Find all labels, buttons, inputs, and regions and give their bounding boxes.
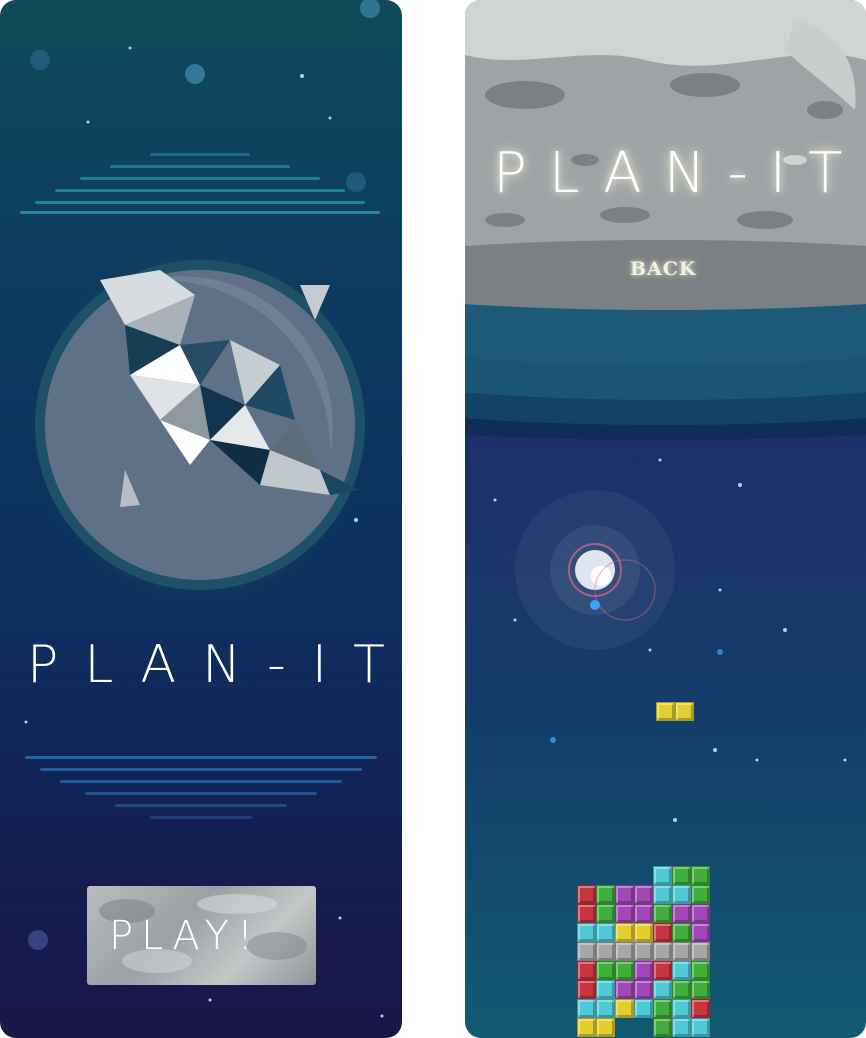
stack-block (615, 885, 634, 904)
stack-block (653, 904, 672, 923)
stack-block (672, 885, 691, 904)
stack-block (596, 885, 615, 904)
stack-block (615, 904, 634, 923)
light-streaks-top (20, 153, 380, 214)
stack-block (615, 999, 634, 1018)
planet-illustration (35, 260, 365, 590)
falling-piece-block (656, 702, 675, 721)
stack-block (691, 885, 710, 904)
stack-block (653, 999, 672, 1018)
moon-header (465, 0, 866, 440)
stack-block (672, 961, 691, 980)
stack-block (615, 923, 634, 942)
stack-block (596, 904, 615, 923)
stack-block (691, 942, 710, 961)
title-screen: PLAN-IT PLAY! (0, 0, 402, 1038)
stack-block (653, 1018, 672, 1037)
stack-block (596, 980, 615, 999)
stack-block (577, 999, 596, 1018)
stack-block (615, 961, 634, 980)
stack-block (691, 866, 710, 885)
game-title: PLAN-IT (27, 635, 402, 695)
game-screen: PLAN-IT BACK (465, 0, 866, 1038)
back-button[interactable]: BACK (630, 258, 696, 280)
stack-block (615, 980, 634, 999)
stack-block (577, 923, 596, 942)
stack-block (653, 866, 672, 885)
stack-block (634, 923, 653, 942)
stack-block (634, 999, 653, 1018)
stack-block (596, 942, 615, 961)
play-button-label: PLAY! (109, 913, 262, 959)
light-streaks-bottom (25, 756, 377, 819)
stack-block (691, 961, 710, 980)
stack-block (596, 1018, 615, 1037)
stack-block (653, 942, 672, 961)
stack-block (634, 942, 653, 961)
stack-block (634, 904, 653, 923)
stack-block (691, 1018, 710, 1037)
stack-block (672, 1018, 691, 1037)
stack-block (672, 866, 691, 885)
stack-block (577, 885, 596, 904)
stack-block (653, 923, 672, 942)
stack-block (577, 904, 596, 923)
stack-block (691, 904, 710, 923)
stack-block (634, 961, 653, 980)
falling-piece-block (675, 702, 694, 721)
stack-block (691, 999, 710, 1018)
stack-block (615, 942, 634, 961)
stack-block (577, 942, 596, 961)
stack-block (672, 942, 691, 961)
block-stack (577, 866, 777, 1038)
stack-block (596, 923, 615, 942)
stack-block (691, 980, 710, 999)
stack-block (634, 885, 653, 904)
stack-block (577, 961, 596, 980)
stack-block (672, 904, 691, 923)
stack-block (577, 1018, 596, 1037)
stack-block (672, 923, 691, 942)
play-button[interactable]: PLAY! (87, 886, 316, 985)
stack-block (653, 980, 672, 999)
stack-block (577, 980, 596, 999)
stack-block (691, 923, 710, 942)
stack-block (653, 961, 672, 980)
stack-block (634, 980, 653, 999)
stack-block (672, 980, 691, 999)
stack-block (596, 999, 615, 1018)
stack-block (653, 885, 672, 904)
game-title: PLAN-IT (493, 141, 865, 206)
stack-block (672, 999, 691, 1018)
stack-block (596, 961, 615, 980)
